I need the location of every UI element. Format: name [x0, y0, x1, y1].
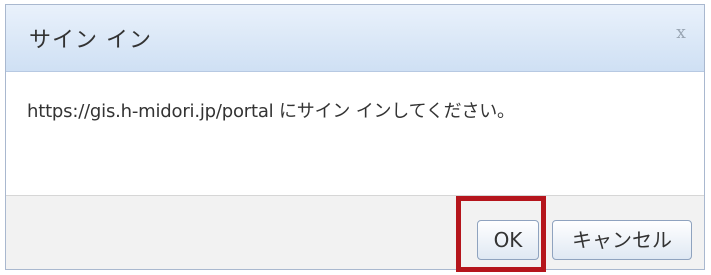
dialog-title: サイン イン — [29, 28, 152, 53]
dialog-body: https://gis.h-midori.jp/portal にサイン インして… — [6, 72, 704, 195]
ok-button[interactable]: OK — [477, 220, 539, 260]
sign-in-dialog: サイン イン x https://gis.h-midori.jp/portal … — [5, 4, 705, 270]
dialog-footer: OK キャンセル — [6, 195, 704, 269]
close-icon[interactable]: x — [670, 22, 692, 44]
dialog-message: https://gis.h-midori.jp/portal にサイン インして… — [27, 101, 515, 122]
cancel-button[interactable]: キャンセル — [552, 220, 692, 260]
dialog-titlebar: サイン イン x — [6, 5, 704, 72]
